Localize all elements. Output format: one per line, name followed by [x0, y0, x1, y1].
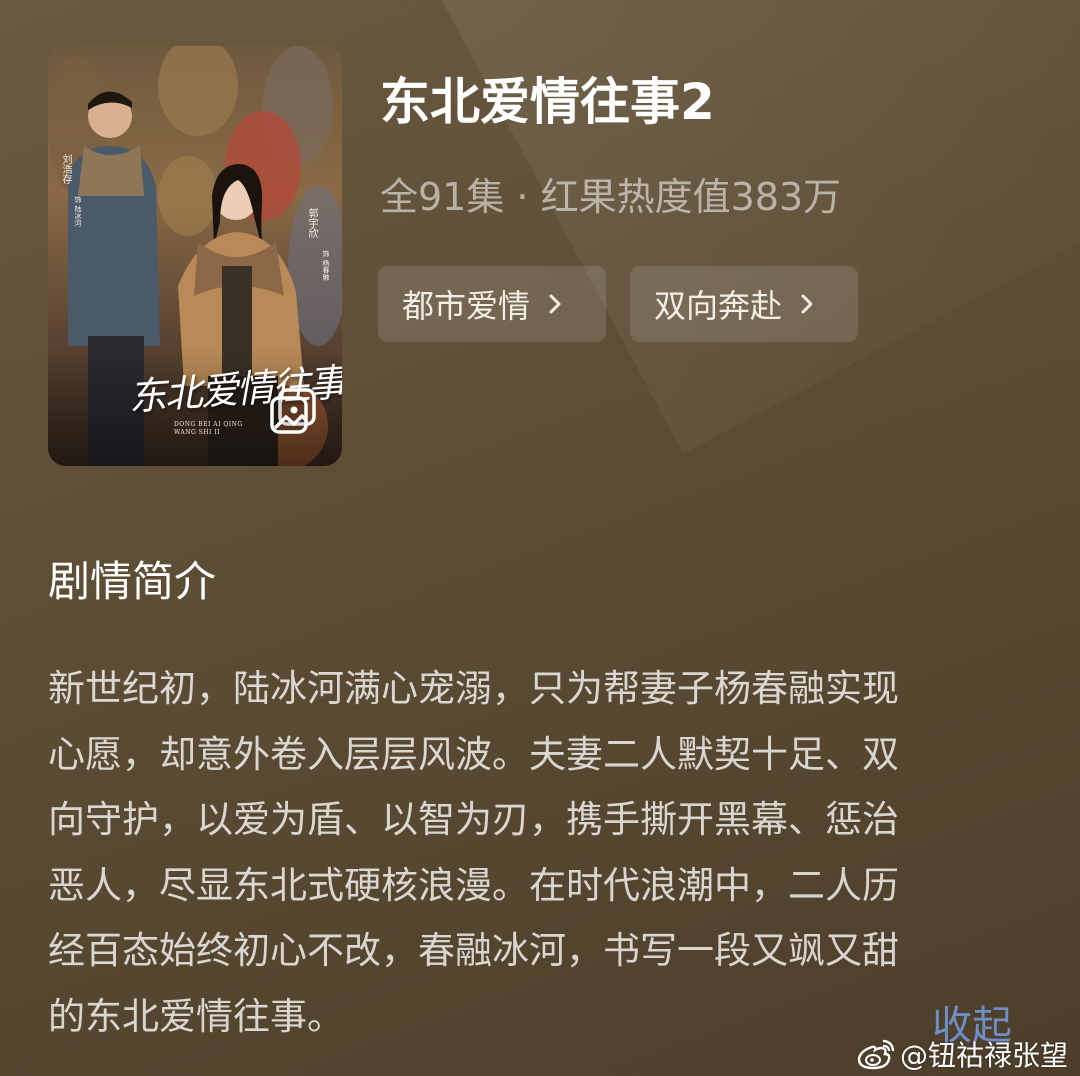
show-title: 东北爱情往事2	[380, 73, 715, 131]
synopsis-line: 心愿，却意外卷入层层风波。夫妻二人默契十足、双	[48, 732, 899, 776]
weibo-icon	[857, 1039, 895, 1070]
synopsis-line: 向守护，以爱为盾、以智为刃，携手撕开黑幕、惩治	[48, 798, 899, 841]
synopsis-text: 新世纪初，陆冰河满心宠溺，只为帮妻子杨春融实现 心愿，却意外卷入层层风波。夫妻二…	[48, 656, 1023, 1049]
synopsis-heading: 剧情简介	[48, 557, 217, 606]
chevron-right-icon	[549, 294, 561, 314]
synopsis-line: 新世纪初，陆冰河满心宠溺，只为帮妻子杨春融实现	[48, 667, 899, 710]
poster-cast-left-role: 饰 陆冰河	[74, 196, 82, 227]
tag-label: 都市爱情	[402, 287, 531, 325]
show-meta: 全91集 · 红果热度值383万	[380, 175, 842, 219]
watermark: @钮祜禄张望	[856, 1034, 1068, 1074]
poster-cast-right-role: 饰 杨春融	[322, 250, 330, 281]
watermark-text: @钮祜禄张望	[900, 1039, 1069, 1072]
tag-label: 双向奔赴	[654, 287, 783, 325]
tag-urban-romance[interactable]: 都市爱情	[378, 266, 606, 342]
chevron-right-icon	[801, 294, 813, 314]
poster-subtitle-art: DONG BEI AI QING WANG SHI II	[174, 421, 243, 436]
poster-cast-left: 刘浩存	[60, 154, 71, 184]
poster-cast-right: 郭宇欣	[306, 208, 317, 238]
synopsis-line: 恶人，尽显东北式硬核浪漫。在时代浪潮中，二人历	[48, 863, 899, 907]
gallery-icon[interactable]	[268, 386, 320, 438]
synopsis-line: 经百态始终初心不改，春融冰河，书写一段又飒又甜	[48, 929, 899, 972]
tag-mutual-love[interactable]: 双向奔赴	[630, 266, 858, 342]
